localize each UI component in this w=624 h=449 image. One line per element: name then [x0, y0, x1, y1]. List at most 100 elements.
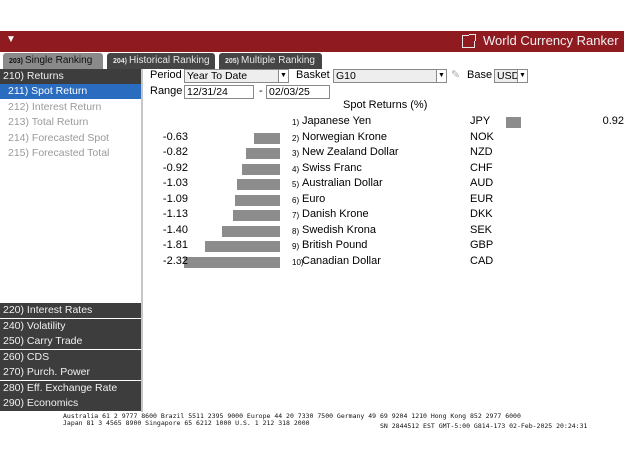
- return-bar: [234, 194, 280, 206]
- popout-icon[interactable]: [462, 34, 476, 48]
- edit-pencil-icon[interactable]: ✎: [451, 68, 460, 81]
- range-start-input[interactable]: 12/31/24: [184, 85, 254, 99]
- sidebar-item-forecasted-spot[interactable]: 214) Forecasted Spot: [0, 131, 141, 146]
- currency-code: GBP: [470, 239, 494, 251]
- return-value: -0.63: [162, 130, 188, 143]
- rank-number: 5): [292, 180, 300, 189]
- rank-number: 9): [292, 242, 300, 251]
- range-end-input[interactable]: 02/03/25: [266, 85, 330, 99]
- sidebar-item-spot-return[interactable]: 211) Spot Return: [0, 84, 141, 99]
- sidebar-item-forecasted-total[interactable]: 215) Forecasted Total: [0, 146, 141, 161]
- basket-label: Basket: [296, 69, 330, 81]
- tab-single-ranking[interactable]: 203) Single Ranking: [3, 53, 103, 69]
- sidebar-item-total-return[interactable]: 213) Total Return: [0, 115, 141, 130]
- table-row[interactable]: -1.13 7) Danish Krone DKK: [150, 208, 624, 223]
- menu-dropdown-icon[interactable]: ▼: [6, 34, 16, 45]
- return-bar: [205, 241, 280, 252]
- sidebar-item-cds[interactable]: 260) CDS: [0, 350, 141, 365]
- spot-returns-column-title: Spot Returns (%): [343, 99, 428, 111]
- currency-name: Japanese Yen: [302, 115, 372, 127]
- tab-label: Single Ranking: [25, 55, 93, 66]
- app-title: World Currency Ranker: [483, 33, 619, 48]
- tab-label: Historical Ranking: [129, 55, 210, 66]
- tab-number: 205): [225, 58, 240, 65]
- sidebar-item-volatility[interactable]: 240) Volatility: [0, 319, 141, 334]
- chevron-down-icon[interactable]: ▼: [278, 70, 288, 82]
- period-select[interactable]: Year To Date ▼: [184, 69, 289, 83]
- currency-code: AUD: [470, 177, 494, 189]
- return-value: -0.92: [162, 161, 188, 174]
- currency-name: British Pound: [302, 239, 368, 251]
- currency-code: NOK: [470, 130, 494, 143]
- currency-name: Danish Krone: [302, 208, 369, 220]
- table-row[interactable]: -1.81 9) British Pound GBP: [150, 239, 624, 254]
- return-value: -1.09: [162, 192, 188, 205]
- sidebar-item-carry-trade[interactable]: 250) Carry Trade: [0, 334, 141, 349]
- currency-code: EUR: [470, 192, 494, 205]
- return-bar: [184, 256, 280, 268]
- return-bar: [253, 132, 280, 144]
- return-value: -2.32: [162, 254, 188, 267]
- return-value: -1.40: [162, 223, 188, 236]
- tab-bar: 203) Single Ranking 204) Historical Rankin…: [0, 52, 624, 69]
- rank-number: 7): [292, 211, 300, 220]
- base-value: USD: [497, 70, 520, 82]
- currency-code: JPY: [470, 115, 491, 127]
- title-bar: ▼ World Currency Ranker: [0, 31, 624, 52]
- sidebar-header-returns[interactable]: 210) Returns: [0, 69, 141, 84]
- basket-value: G10: [336, 70, 356, 82]
- currency-code: CHF: [470, 161, 493, 174]
- currency-code: SEK: [470, 223, 493, 236]
- table-row[interactable]: -1.09 6) Euro EUR: [150, 193, 624, 208]
- tab-number: 203): [9, 58, 24, 65]
- category-sidebar: 210) Returns 211) Spot Return 212) Inter…: [0, 69, 143, 413]
- table-row[interactable]: -0.63 2) Norwegian Krone NOK: [150, 131, 624, 146]
- rank-number: 8): [292, 226, 300, 236]
- currency-name: Norwegian Krone: [302, 130, 387, 143]
- base-currency-select[interactable]: USD ▼: [494, 69, 528, 83]
- sidebar-item-eff-exchange-rate[interactable]: 280) Eff. Exchange Rate: [0, 381, 141, 396]
- chevron-down-icon[interactable]: ▼: [436, 70, 446, 82]
- tab-number: 204): [113, 58, 128, 65]
- range-label: Range: [150, 85, 183, 97]
- base-label: Base: [467, 69, 493, 81]
- chevron-down-icon[interactable]: ▼: [517, 70, 527, 82]
- period-label: Period: [150, 69, 182, 81]
- ticker-line-3: SN 2844512 EST GMT-5:00 G814-173 02-Feb-…: [380, 422, 588, 430]
- return-bar: [241, 163, 280, 175]
- currency-code: DKK: [470, 208, 493, 220]
- currency-name: Canadian Dollar: [302, 254, 381, 267]
- range-separator: -: [259, 85, 263, 97]
- return-value: 0.92: [602, 115, 624, 127]
- sidebar-item-interest-rates[interactable]: 220) Interest Rates: [0, 303, 141, 318]
- return-value: -0.82: [162, 146, 188, 158]
- currency-name: Swedish Krona: [302, 223, 376, 236]
- sidebar-item-purch-power[interactable]: 270) Purch. Power: [0, 365, 141, 380]
- return-value: -1.81: [162, 239, 188, 251]
- sidebar-item-economics[interactable]: 290) Economics: [0, 396, 141, 411]
- return-value: -1.13: [162, 208, 188, 220]
- rank-number: 4): [292, 164, 300, 174]
- rank-number: 3): [292, 149, 300, 158]
- sidebar-item-interest-return[interactable]: 212) Interest Return: [0, 100, 141, 115]
- table-row[interactable]: -1.40 8) Swedish Krona SEK: [150, 224, 624, 239]
- rank-number: 6): [292, 195, 300, 205]
- tab-multiple-ranking[interactable]: 205) Multiple Ranking: [219, 53, 322, 69]
- ticker-line-2: Japan 81 3 4565 8900 Singapore 65 6212 1…: [63, 419, 310, 427]
- tab-historical-ranking[interactable]: 204) Historical Ranking: [107, 53, 215, 69]
- table-row[interactable]: -0.82 3) New Zealand Dollar NZD: [150, 146, 624, 161]
- currency-code: CAD: [470, 254, 494, 267]
- return-bar: [246, 148, 280, 159]
- basket-select[interactable]: G10 ▼: [333, 69, 447, 83]
- table-row[interactable]: -0.92 4) Swiss Franc CHF: [150, 162, 624, 177]
- table-row[interactable]: -2.32 10) Canadian Dollar CAD: [150, 255, 624, 270]
- currency-code: NZD: [470, 146, 493, 158]
- return-bar: [222, 225, 280, 237]
- return-bar: [506, 117, 522, 128]
- ticker-footer: Australia 61 2 9777 8600 Brazil 5511 239…: [0, 412, 624, 430]
- table-row[interactable]: 0.92 1) Japanese Yen JPY: [150, 115, 624, 130]
- return-bar: [237, 179, 280, 190]
- period-value: Year To Date: [187, 70, 248, 82]
- table-row[interactable]: -1.03 5) Australian Dollar AUD: [150, 177, 624, 192]
- currency-name: New Zealand Dollar: [302, 146, 399, 158]
